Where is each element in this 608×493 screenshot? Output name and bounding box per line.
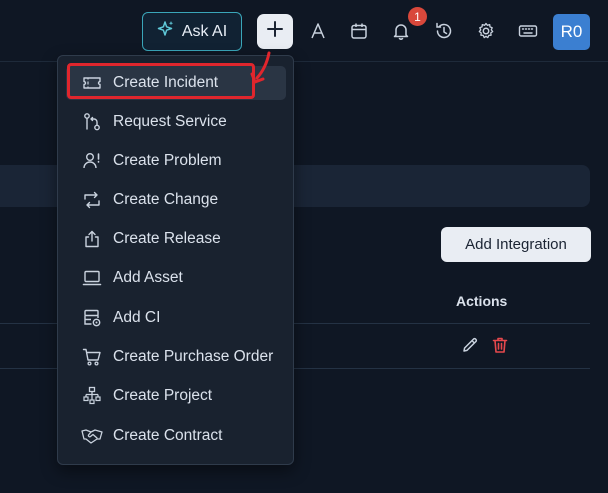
actions-column-header: Actions xyxy=(456,293,508,309)
menu-item-add-ci[interactable]: Add CI xyxy=(66,301,286,335)
trash-icon[interactable] xyxy=(490,335,510,360)
menu-item-label: Create Project xyxy=(113,387,213,404)
plus-icon xyxy=(266,20,284,43)
menu-item-label: Create Purchase Order xyxy=(113,348,274,365)
menu-item-create-contract[interactable]: Create Contract xyxy=(66,419,286,453)
create-dropdown-menu: Create Incident Request Service Create P… xyxy=(57,55,294,465)
notification-badge: 1 xyxy=(408,7,427,26)
menu-item-label: Create Release xyxy=(113,230,221,247)
add-integration-button[interactable]: Add Integration xyxy=(441,227,591,262)
user-avatar[interactable]: R0 xyxy=(553,14,590,50)
problem-user-icon xyxy=(81,150,103,172)
release-upload-icon xyxy=(81,228,103,250)
sparkle-icon xyxy=(157,20,175,43)
calendar-icon[interactable] xyxy=(348,20,370,42)
project-tree-icon xyxy=(81,385,103,407)
menu-item-create-problem[interactable]: Create Problem xyxy=(66,144,286,178)
gear-icon[interactable] xyxy=(475,20,497,42)
menu-item-label: Request Service xyxy=(113,113,227,130)
service-request-icon xyxy=(81,111,103,133)
menu-item-create-change[interactable]: Create Change xyxy=(66,183,286,217)
ci-server-icon xyxy=(81,307,103,329)
annotation-arrow-icon xyxy=(248,50,274,91)
menu-item-create-project[interactable]: Create Project xyxy=(66,379,286,413)
menu-item-create-release[interactable]: Create Release xyxy=(66,222,286,256)
ticket-icon xyxy=(81,72,103,94)
menu-item-request-service[interactable]: Request Service xyxy=(66,105,286,139)
menu-item-create-purchase-order[interactable]: Create Purchase Order xyxy=(66,340,286,374)
top-bar: Ask AI 1 R0 xyxy=(0,0,608,62)
ask-ai-button[interactable]: Ask AI xyxy=(142,12,242,51)
bell-icon[interactable] xyxy=(390,20,412,42)
cart-icon xyxy=(81,346,103,368)
menu-item-label: Create Contract xyxy=(113,427,223,444)
history-icon[interactable] xyxy=(433,20,455,42)
font-icon[interactable] xyxy=(307,20,329,42)
ask-ai-label: Ask AI xyxy=(181,22,228,40)
pencil-icon[interactable] xyxy=(461,336,479,359)
menu-item-add-asset[interactable]: Add Asset xyxy=(66,261,286,295)
menu-item-label: Create Change xyxy=(113,191,219,208)
menu-item-label: Create Incident xyxy=(113,74,219,91)
menu-item-label: Add CI xyxy=(113,309,161,326)
handshake-icon xyxy=(81,425,103,447)
change-arrows-icon xyxy=(81,189,103,211)
menu-item-label: Add Asset xyxy=(113,269,183,286)
menu-item-label: Create Problem xyxy=(113,152,222,169)
create-menu-button[interactable] xyxy=(257,14,293,49)
keyboard-icon[interactable] xyxy=(517,20,539,42)
laptop-icon xyxy=(81,267,103,289)
